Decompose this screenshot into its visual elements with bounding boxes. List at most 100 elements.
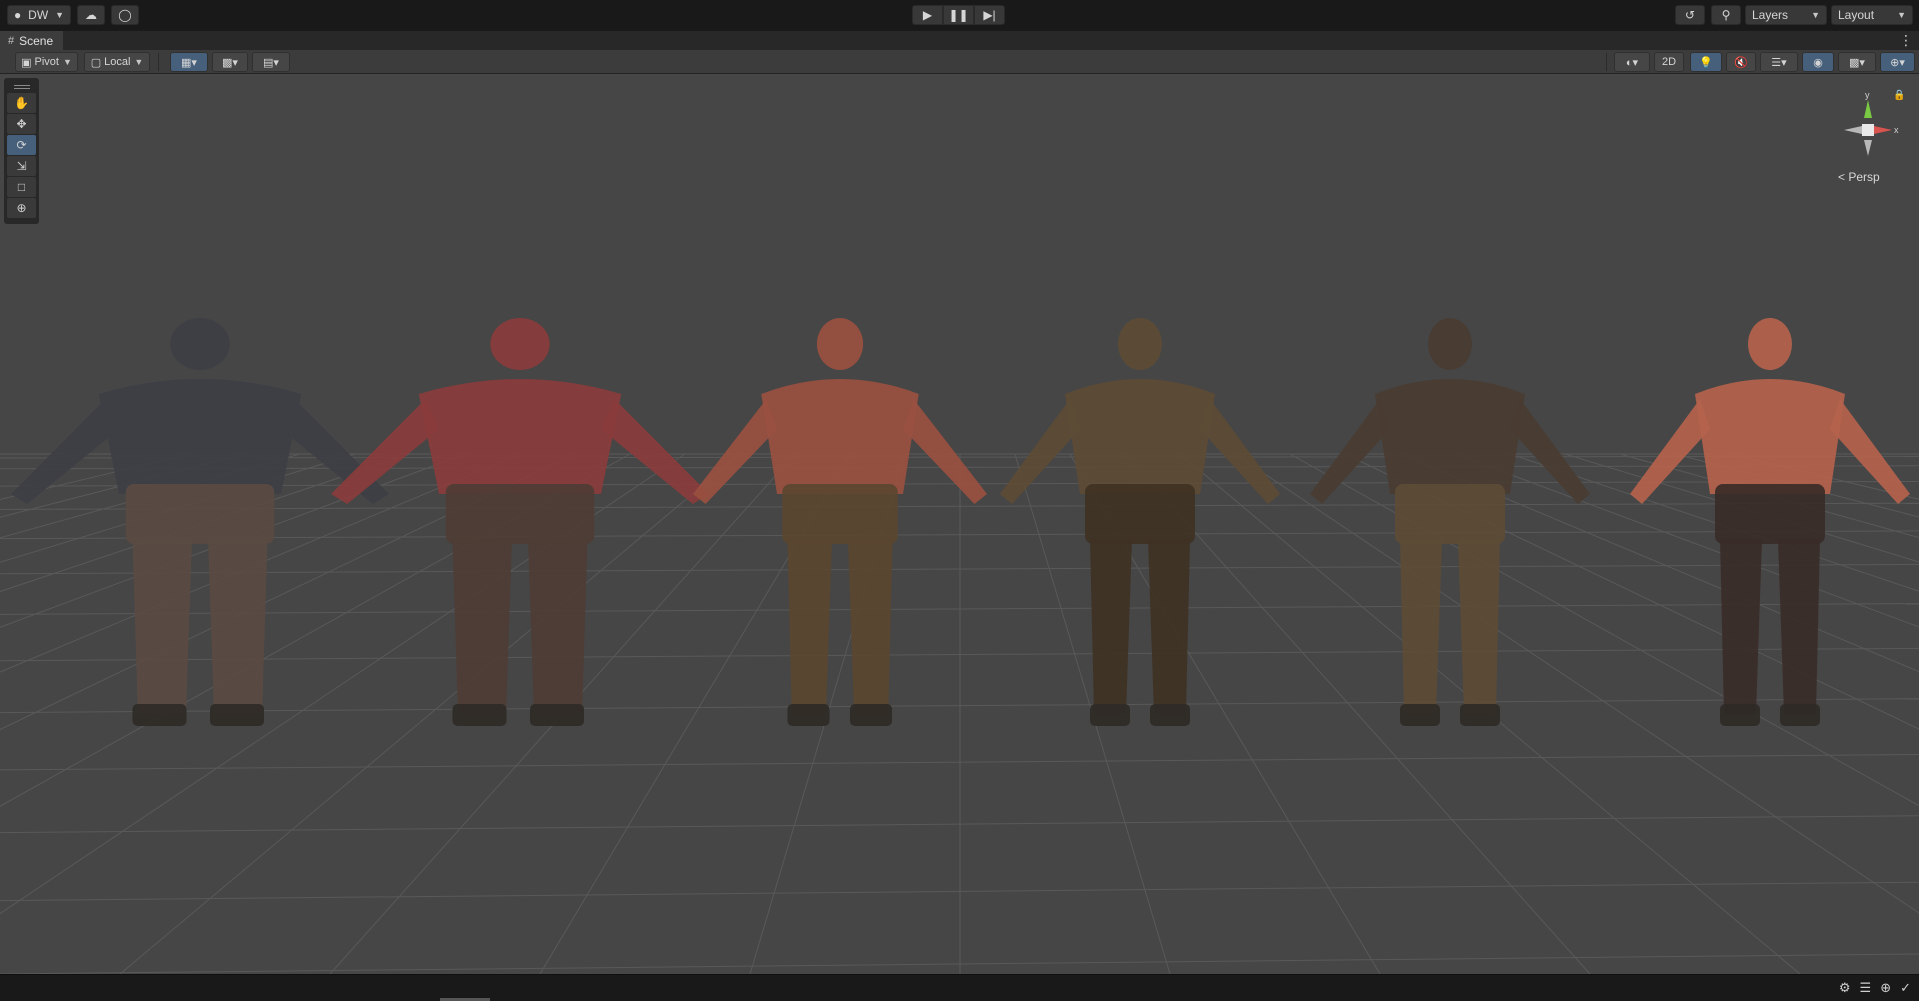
visibility-off-icon: ◉ (1813, 56, 1823, 69)
network-icon[interactable]: ⊕ (1880, 980, 1891, 996)
armored-orc-dark-part (210, 704, 264, 726)
chevron-down-icon: ▼ (134, 57, 144, 67)
man-nude-scarred-part (1780, 704, 1820, 726)
armored-orc-red-part (331, 399, 439, 504)
man-studded-vest-part (1428, 318, 1472, 370)
mode-2d-toggle[interactable]: 2D (1654, 52, 1684, 72)
stack-icon[interactable]: ☰ (1860, 980, 1872, 996)
mode-2d-label: 2D (1661, 56, 1677, 68)
check-circle-icon[interactable]: ✓ (1900, 980, 1911, 996)
pause-button[interactable]: ❚❚ (943, 5, 974, 25)
account-label: DW (28, 8, 49, 22)
toolbar-divider (1606, 53, 1607, 71)
layers-label: Layers (1752, 8, 1789, 22)
armored-orc-dark-part (132, 704, 187, 726)
snap-increment-button[interactable]: ▩▾ (212, 52, 248, 72)
armored-orc-dark-part (125, 484, 275, 544)
pivot-icon: ▣ (21, 56, 32, 69)
gizmos-dropdown[interactable]: ⊕▾ (1880, 52, 1915, 72)
armored-orc-red-part (418, 379, 622, 494)
projection-toggle[interactable]: < Persp (1838, 170, 1880, 184)
status-icons: ⚙ ☰ ⊕ ✓ (1839, 980, 1911, 996)
audio-toggle[interactable]: 🔇 (1726, 52, 1756, 72)
drag-handle[interactable] (7, 82, 36, 92)
man-nude-scarred-part (1720, 704, 1760, 726)
window-tab-strip: # Scene ⋮ (0, 30, 1919, 51)
axis-y-label: y (1865, 90, 1870, 100)
bug-icon[interactable]: ⚙ (1839, 980, 1851, 996)
man-nude-scarred-part (1720, 539, 1762, 714)
playmode-controls: ▶ ❚❚ ▶| (912, 5, 1005, 25)
armored-orc-red-part (528, 539, 588, 714)
man-brown-clothes-part (1150, 704, 1190, 726)
man-studded-vest-part (1458, 539, 1500, 714)
step-button[interactable]: ▶| (974, 5, 1005, 25)
effects-dropdown[interactable]: ☰▾ (1760, 52, 1798, 72)
cloud-button[interactable]: ☁ (77, 5, 105, 25)
gladiator-red-armor-part (787, 704, 830, 726)
grid-icon: ▦▾ (181, 56, 197, 69)
scene-toolbar: ▣ Pivot ▼ ▢ Local ▼ ▦▾ ▩▾ ▤▾ ◐▾ 2D 💡 🔇 ☰… (0, 50, 1919, 74)
man-nude-scarred-part (1630, 399, 1710, 504)
man-brown-clothes-part (1118, 318, 1162, 370)
audio-muted-icon: 🔇 (1734, 56, 1748, 69)
scale-tool-button[interactable]: ⇲ (7, 156, 36, 176)
armored-orc-red-part (445, 484, 595, 544)
rect-tool-button[interactable]: □ (7, 177, 36, 197)
neg-y-axis-cone[interactable] (1864, 140, 1872, 156)
gladiator-red-armor-part (693, 399, 777, 504)
character-man-nude-scarred (1630, 318, 1910, 726)
tab-scene-label: Scene (19, 34, 54, 48)
grid-icon: # (8, 35, 15, 47)
man-nude-scarred-part (1830, 399, 1910, 504)
transform-tool-button[interactable]: ⊕ (7, 198, 36, 218)
gladiator-red-armor-part (787, 539, 832, 714)
account-icon: ● (14, 8, 22, 22)
camera-icon: ▩▾ (1849, 56, 1865, 69)
draw-mode-dropdown[interactable]: ◐▾ (1614, 52, 1650, 72)
character-armored-orc-dark (11, 318, 389, 726)
toolbar-divider (158, 53, 159, 71)
man-nude-scarred-part (1778, 539, 1820, 714)
step-icon: ▶| (983, 8, 996, 22)
more-options-icon[interactable]: ⋮ (1899, 32, 1913, 49)
main-toolbar: ● DW ▼ ☁ ◯ ▶ ❚❚ ▶| ↺ ⚲ Layers ▼ Layout ▼ (0, 0, 1919, 30)
rotate-tool-button[interactable]: ⟳ (7, 135, 36, 155)
armored-orc-dark-part (170, 318, 230, 370)
character-armored-orc-red (331, 318, 709, 726)
effects-icon: ☰▾ (1771, 56, 1787, 69)
local-dropdown[interactable]: ▢ Local ▼ (84, 52, 150, 72)
play-button[interactable]: ▶ (912, 5, 943, 25)
history-button[interactable]: ↺ (1675, 5, 1705, 25)
layout-label: Layout (1838, 8, 1875, 22)
grid-snap-button[interactable]: ▤▾ (252, 52, 290, 72)
search-icon: ⚲ (1721, 8, 1731, 22)
gladiator-red-armor-part (782, 484, 898, 544)
hidden-objects-toggle[interactable]: ◉ (1802, 52, 1834, 72)
layout-dropdown[interactable]: Layout ▼ (1831, 5, 1913, 25)
pivot-label: Pivot (34, 56, 59, 68)
man-nude-scarred-part (1715, 484, 1825, 544)
man-brown-clothes-part (1200, 399, 1280, 504)
hand-tool-button[interactable]: ✋ (7, 93, 36, 113)
camera-dropdown[interactable]: ▩▾ (1838, 52, 1876, 72)
neg-x-axis-cone[interactable] (1844, 126, 1862, 134)
scale-icon: ⇲ (16, 159, 27, 173)
gizmo-center[interactable] (1862, 124, 1874, 136)
collab-button[interactable]: ◯ (111, 5, 139, 25)
scene-viewport[interactable] (0, 74, 1919, 974)
layers-dropdown[interactable]: Layers ▼ (1745, 5, 1827, 25)
account-dropdown[interactable]: ● DW ▼ (7, 5, 71, 25)
pivot-dropdown[interactable]: ▣ Pivot ▼ (15, 52, 78, 72)
gladiator-red-armor-part (816, 318, 864, 370)
grid-visibility-button[interactable]: ▦▾ (170, 52, 208, 72)
collab-icon: ◯ (118, 8, 132, 22)
move-icon: ✥ (16, 117, 27, 131)
x-axis-cone[interactable] (1874, 126, 1892, 134)
move-tool-button[interactable]: ✥ (7, 114, 36, 134)
tab-scene[interactable]: # Scene (0, 31, 64, 51)
search-button[interactable]: ⚲ (1711, 5, 1741, 25)
y-axis-cone[interactable] (1864, 100, 1872, 118)
lock-icon[interactable]: 🔒 (1893, 90, 1905, 101)
lighting-toggle[interactable]: 💡 (1690, 52, 1722, 72)
